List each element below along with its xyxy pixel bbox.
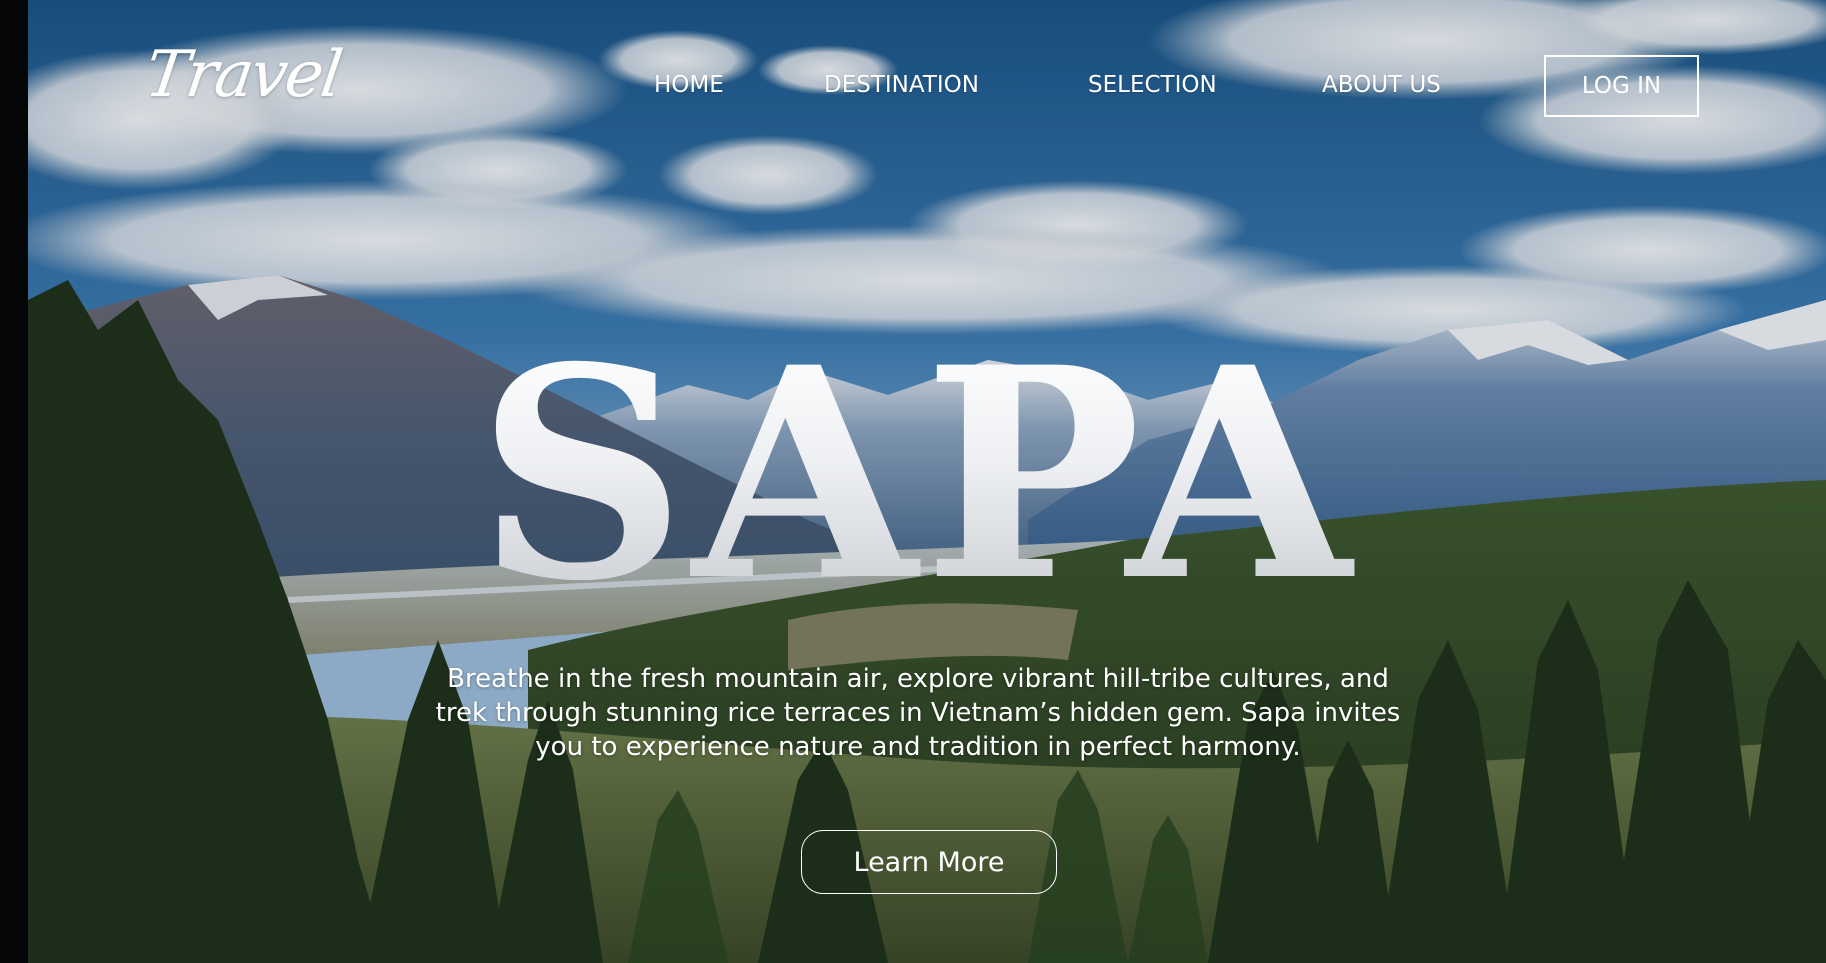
nav-item-home[interactable]: HOME [654,72,724,98]
nav-item-about-us[interactable]: ABOUT US [1322,72,1441,98]
window-edge-bar [0,0,28,963]
hero-section: Travel HOME DESTINATION SELECTION ABOUT … [28,0,1826,963]
landing-page: Travel HOME DESTINATION SELECTION ABOUT … [0,0,1826,963]
learn-more-button[interactable]: Learn More [801,830,1057,894]
login-button[interactable]: LOG IN [1544,55,1699,117]
hero-tagline: Breathe in the fresh mountain air, explo… [435,664,1401,762]
nav-item-destination[interactable]: DESTINATION [824,72,979,98]
hero-title: SAPA [28,330,1826,620]
nav-item-selection[interactable]: SELECTION [1088,72,1217,98]
